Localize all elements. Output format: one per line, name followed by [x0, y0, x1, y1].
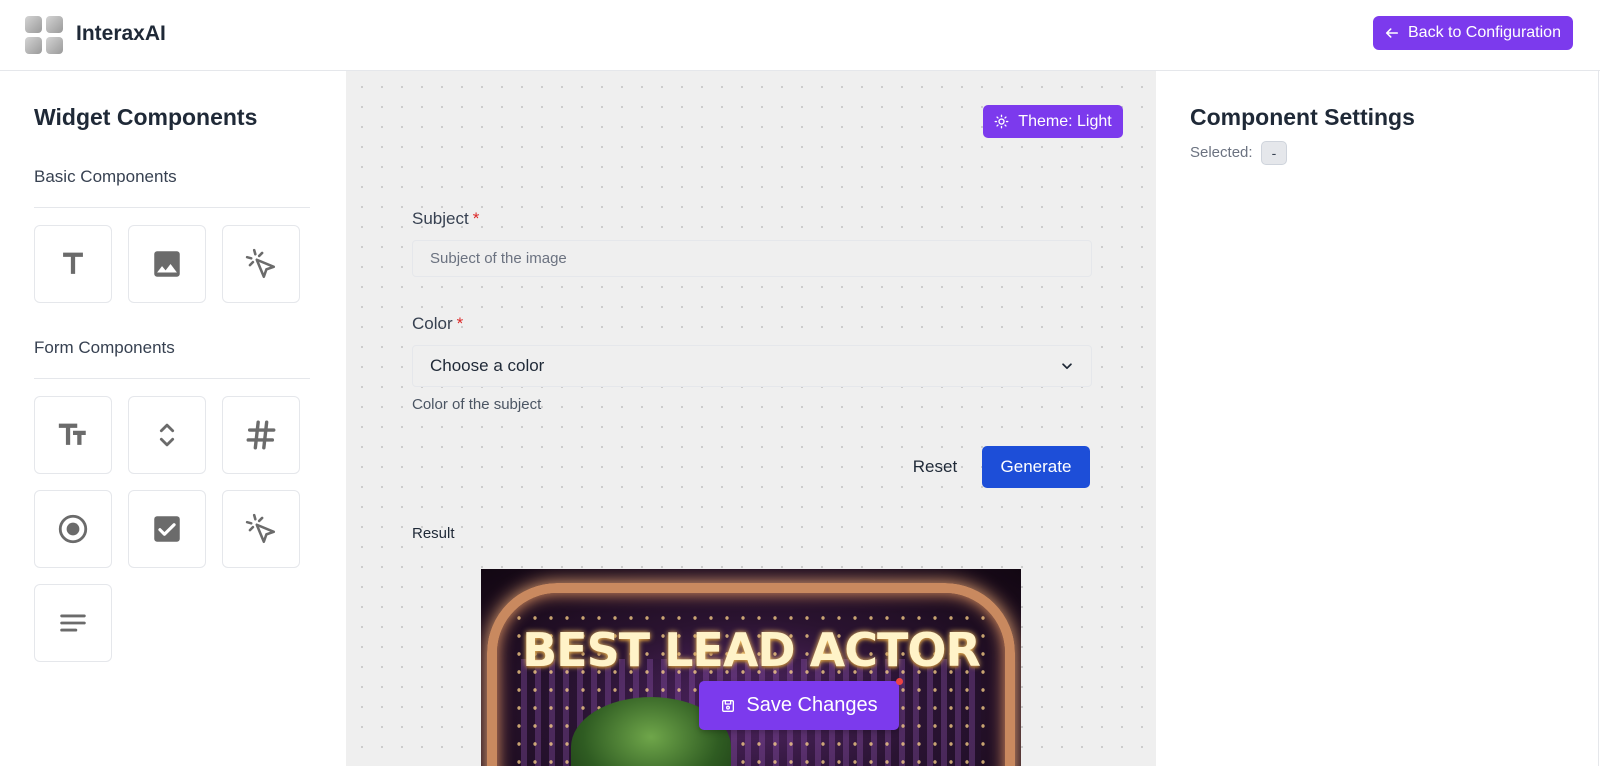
- back-to-configuration-label: Back to Configuration: [1408, 24, 1561, 41]
- app-header: InteraxAI Back to Configuration: [0, 0, 1600, 71]
- logo-icon: [25, 16, 63, 54]
- image-component-tile[interactable]: [128, 225, 206, 303]
- text-component-tile[interactable]: [34, 225, 112, 303]
- arrow-left-icon: [1385, 28, 1399, 38]
- panel-title: Component Settings: [1190, 104, 1415, 130]
- required-marker: *: [472, 209, 480, 228]
- subject-label-text: Subject: [412, 209, 469, 228]
- unsaved-indicator: [896, 678, 903, 685]
- theme-toggle-label: Theme: Light: [1018, 112, 1112, 130]
- checkbox-icon: [154, 516, 180, 542]
- component-settings-panel: Component Settings Selected: -: [1156, 71, 1600, 766]
- selected-badge: -: [1261, 141, 1287, 165]
- basic-components-heading: Basic Components: [34, 167, 177, 186]
- color-select[interactable]: Choose a color: [412, 345, 1092, 387]
- select-component-tile[interactable]: [128, 396, 206, 474]
- color-label-text: Color: [412, 314, 453, 333]
- textarea-icon: [60, 614, 86, 632]
- result-image: BEST LEAD ACTOR: [481, 569, 1021, 766]
- required-marker: *: [456, 314, 464, 333]
- back-to-configuration-button[interactable]: Back to Configuration: [1373, 16, 1573, 50]
- checkbox-component-tile[interactable]: [128, 490, 206, 568]
- textarea-component-tile[interactable]: [34, 584, 112, 662]
- subject-input[interactable]: [412, 240, 1092, 277]
- text-icon: [63, 252, 83, 274]
- radio-icon: [58, 514, 88, 544]
- sun-icon: [994, 114, 1009, 129]
- color-help-text: Color of the subject: [412, 396, 542, 413]
- number-component-tile[interactable]: [222, 396, 300, 474]
- submit-button-component-tile[interactable]: [222, 490, 300, 568]
- save-icon: [722, 699, 735, 712]
- radio-component-tile[interactable]: [34, 490, 112, 568]
- brand-name: InteraxAI: [76, 22, 166, 45]
- divider: [34, 207, 310, 208]
- subject-label: Subject *: [412, 209, 479, 229]
- theme-toggle-button[interactable]: Theme: Light: [983, 105, 1123, 138]
- panel-title: Widget Components: [34, 104, 258, 130]
- image-icon: [154, 251, 180, 277]
- divider: [34, 378, 310, 379]
- color-select-value: Choose a color: [430, 356, 545, 375]
- form-components-heading: Form Components: [34, 338, 175, 357]
- hashtag-icon: [246, 420, 276, 450]
- button-component-tile[interactable]: [222, 225, 300, 303]
- selected-label: Selected:: [1190, 144, 1253, 161]
- scrollbar-track[interactable]: [1598, 71, 1599, 766]
- generate-button[interactable]: Generate: [982, 446, 1090, 488]
- save-changes-button[interactable]: Save Changes: [699, 681, 899, 730]
- text-size-icon: [58, 423, 86, 445]
- widget-components-panel: Widget Components Basic Components Form …: [0, 71, 346, 766]
- click-icon: [245, 248, 276, 279]
- color-label: Color *: [412, 314, 463, 334]
- save-changes-label: Save Changes: [746, 694, 878, 716]
- form-canvas: Theme: Light Subject* Color* Choose a co…: [346, 71, 1156, 766]
- text-input-component-tile[interactable]: [34, 396, 112, 474]
- result-label: Result: [412, 525, 455, 542]
- click-icon: [245, 513, 276, 544]
- chevron-down-icon: [1062, 363, 1072, 370]
- result-image-title: BEST LEAD ACTOR: [522, 623, 981, 677]
- reset-button[interactable]: Reset: [903, 446, 967, 488]
- unfold-icon: [159, 423, 175, 447]
